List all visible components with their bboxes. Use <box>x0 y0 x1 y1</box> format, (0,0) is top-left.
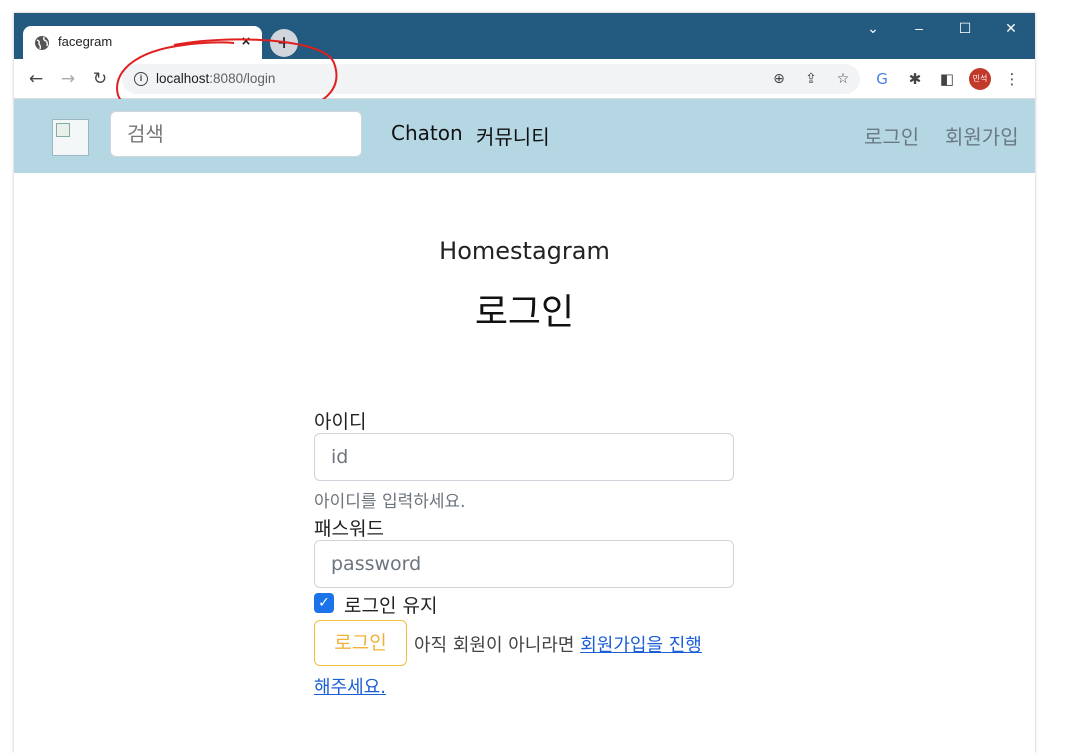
info-icon[interactable]: i <box>134 72 148 86</box>
minimize-button[interactable]: – <box>896 17 942 41</box>
translate-extension-icon[interactable]: G <box>870 67 894 91</box>
brand-title: Homestagram <box>439 237 610 265</box>
site-navbar: 검색 Chaton 커뮤니티 로그인 회원가입 <box>14 99 1035 173</box>
forward-arrow-icon[interactable]: → <box>56 67 80 91</box>
reload-icon[interactable]: ↻ <box>88 67 112 91</box>
tab-title: facegram <box>58 34 113 49</box>
id-input[interactable]: id <box>314 433 734 481</box>
nav-link-chaton[interactable]: Chaton <box>391 121 463 145</box>
profile-avatar[interactable]: 민석 <box>969 68 991 90</box>
login-button[interactable]: 로그인 <box>314 620 407 666</box>
url-text: localhost:8080/login <box>156 71 275 86</box>
signup-link[interactable]: 회원가입을 진행 <box>580 635 702 656</box>
address-bar[interactable]: i localhost:8080/login ⊕ ⇪ ☆ <box>122 64 860 94</box>
signup-link-continued[interactable]: 해주세요. <box>314 673 386 699</box>
zoom-icon[interactable]: ⊕ <box>768 68 790 90</box>
remember-me-label[interactable]: 로그인 유지 <box>344 591 437 618</box>
browser-toolbar: ← → ↻ i localhost:8080/login ⊕ ⇪ ☆ G ✱ ◧… <box>14 59 1035 99</box>
maximize-button[interactable]: ☐ <box>942 17 988 41</box>
close-tab-icon[interactable]: × <box>236 30 256 54</box>
password-label: 패스워드 <box>314 518 384 540</box>
id-help-text: 아이디를 입력하세요. <box>314 492 466 512</box>
extensions-puzzle-icon[interactable]: ✱ <box>903 67 927 91</box>
password-input[interactable]: password <box>314 540 734 588</box>
broken-image-icon <box>56 123 70 137</box>
globe-icon <box>35 36 49 50</box>
browser-window: facegram × + ⌄ – ☐ ✕ ← → ↻ i localhost:8… <box>14 13 1035 753</box>
nav-link-signup[interactable]: 회원가입 <box>945 121 1019 150</box>
signup-prefix: 아직 회원이 아니라면 <box>414 635 575 656</box>
broken-logo-image[interactable] <box>52 119 89 156</box>
tab-search-icon[interactable]: ⌄ <box>850 17 896 41</box>
new-tab-button[interactable]: + <box>270 29 298 57</box>
title-bar: facegram × + ⌄ – ☐ ✕ <box>14 13 1035 60</box>
browser-tab[interactable]: facegram × <box>23 26 262 60</box>
nav-link-community[interactable]: 커뮤니티 <box>476 121 550 150</box>
url-host: localhost <box>156 71 210 86</box>
share-icon[interactable]: ⇪ <box>800 68 822 90</box>
page-title: 로그인 <box>474 292 575 333</box>
web-page: 검색 Chaton 커뮤니티 로그인 회원가입 Homestagram 로그인 … <box>14 99 1035 753</box>
signup-prompt: 아직 회원이 아니라면 회원가입을 진행 <box>414 631 702 657</box>
remember-me-checkbox[interactable]: ✓ <box>314 593 334 613</box>
url-path: :8080/login <box>209 71 276 86</box>
back-arrow-icon[interactable]: ← <box>24 67 48 91</box>
search-input[interactable]: 검색 <box>110 111 362 157</box>
side-panel-icon[interactable]: ◧ <box>935 67 959 91</box>
id-label: 아이디 <box>314 411 367 433</box>
close-window-button[interactable]: ✕ <box>988 17 1034 41</box>
bookmark-star-icon[interactable]: ☆ <box>832 68 854 90</box>
menu-dots-icon[interactable]: ⋮ <box>1000 67 1024 91</box>
nav-link-login[interactable]: 로그인 <box>864 121 919 150</box>
